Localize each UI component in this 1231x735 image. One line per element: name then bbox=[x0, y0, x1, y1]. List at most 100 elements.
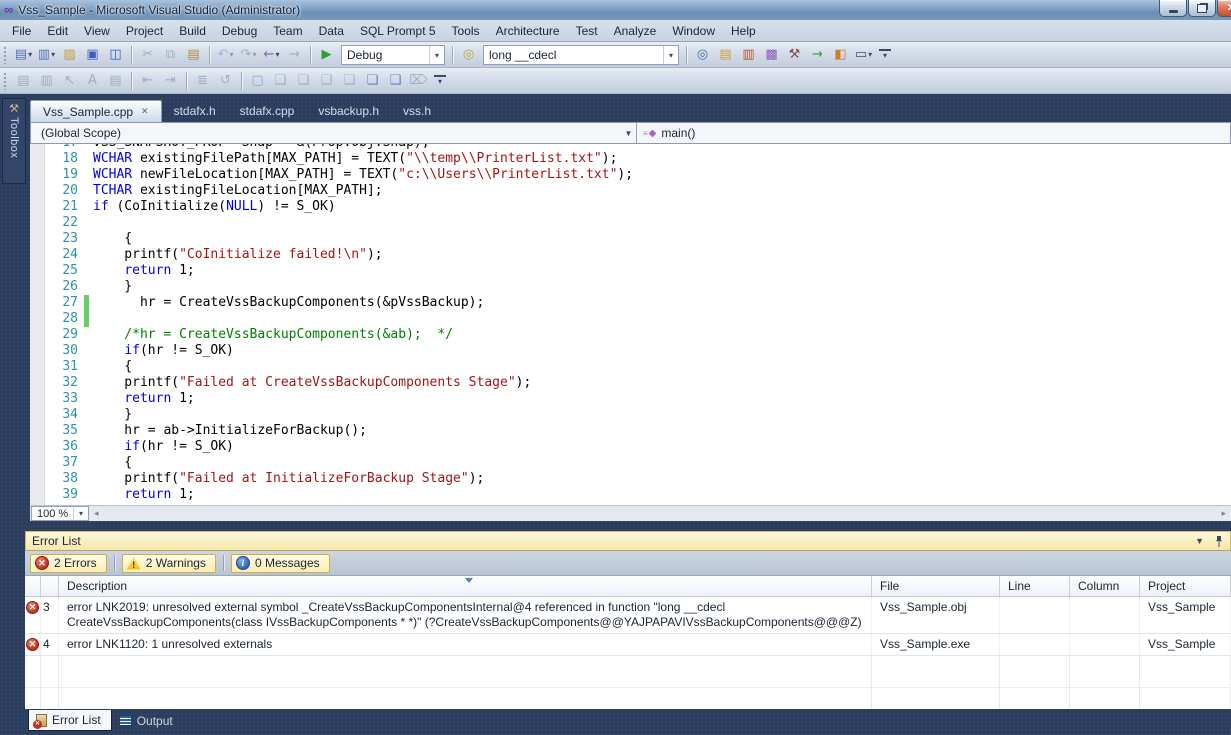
find-symbol-icon[interactable]: ◎ bbox=[457, 44, 480, 65]
error-list-title-bar[interactable]: Error List ▼ bbox=[25, 531, 1231, 551]
toolbox-icon[interactable]: ⚒ bbox=[783, 44, 806, 65]
zoom-dropdown[interactable]: 100 % ▾ bbox=[31, 506, 89, 521]
menu-debug[interactable]: Debug bbox=[214, 21, 265, 41]
code-line[interactable]: 37 { bbox=[30, 455, 1231, 471]
filter-0-messages-button[interactable]: i 0 Messages bbox=[230, 553, 330, 573]
code-line[interactable]: 32 printf("Failed at CreateVssBackupComp… bbox=[30, 375, 1231, 391]
menu-file[interactable]: File bbox=[4, 21, 39, 41]
code-line[interactable]: 18 WCHAR existingFilePath[MAX_PATH] = TEX… bbox=[30, 151, 1231, 167]
menu-sql-prompt-5[interactable]: SQL Prompt 5 bbox=[352, 21, 444, 41]
code-line[interactable]: 39 return 1; bbox=[30, 487, 1231, 503]
chevron-down-icon[interactable]: ▾ bbox=[275, 50, 279, 59]
horizontal-scrollbar[interactable] bbox=[104, 506, 1217, 521]
filter-2-warnings-button[interactable]: ! 2 Warnings bbox=[121, 553, 216, 573]
find-in-files-icon[interactable]: ◎ bbox=[691, 44, 714, 65]
menu-view[interactable]: View bbox=[76, 21, 118, 41]
scroll-right-arrow[interactable]: ▸ bbox=[1216, 508, 1231, 519]
toolbar-options-chevron[interactable]: ▾ bbox=[434, 74, 447, 87]
code-line[interactable]: 21 if (CoInitialize(NULL) != S_OK) bbox=[30, 199, 1231, 215]
menu-architecture[interactable]: Architecture bbox=[488, 21, 568, 41]
code-line[interactable]: 22 bbox=[30, 215, 1231, 231]
properties-window-icon[interactable]: ▤ bbox=[714, 44, 737, 65]
toggle-bookmark-icon[interactable]: ▢ bbox=[246, 70, 269, 91]
restore-button[interactable] bbox=[1188, 0, 1216, 17]
code-line[interactable]: 27 hr = CreateVssBackupComponents(&pVssB… bbox=[30, 295, 1231, 311]
code-line[interactable]: 35 hr = ab->InitializeForBackup(); bbox=[30, 423, 1231, 439]
column-header-file[interactable]: File bbox=[872, 576, 1000, 596]
error-row[interactable]: ✕ 3 error LNK2019: unresolved external sym… bbox=[25, 597, 1231, 634]
code-line[interactable]: 24 printf("CoInitialize failed!\n"); bbox=[30, 247, 1231, 263]
paste-icon[interactable]: ▤ bbox=[182, 44, 205, 65]
member-dropdown[interactable]: ≡ ◆ main() bbox=[637, 123, 1230, 143]
navigate-backward-icon[interactable]: ← ▾ bbox=[260, 44, 283, 65]
chevron-down-icon[interactable]: ▾ bbox=[73, 507, 88, 520]
chevron-down-icon[interactable]: ▾ bbox=[663, 45, 678, 64]
menu-tools[interactable]: Tools bbox=[444, 21, 488, 41]
team-explorer-icon[interactable]: ▩ bbox=[760, 44, 783, 65]
menu-team[interactable]: Team bbox=[265, 21, 310, 41]
previous-bookmark-in-document-icon[interactable]: ❏ bbox=[361, 70, 384, 91]
start-page-icon[interactable]: → bbox=[806, 44, 829, 65]
tab-vss-h[interactable]: vss.h bbox=[391, 100, 443, 122]
menu-build[interactable]: Build bbox=[171, 21, 214, 41]
code-line[interactable]: 31 { bbox=[30, 359, 1231, 375]
code-line[interactable]: 23 { bbox=[30, 231, 1231, 247]
solution-explorer-icon[interactable]: ▥ bbox=[737, 44, 760, 65]
menu-help[interactable]: Help bbox=[723, 21, 764, 41]
filter-2-errors-button[interactable]: ✕ 2 Errors bbox=[30, 553, 107, 573]
add-new-item-icon[interactable]: ▥ ▾ bbox=[35, 44, 58, 65]
chevron-down-icon[interactable]: ▾ bbox=[868, 50, 872, 59]
toolbox-tab[interactable]: ⚒ Toolbox bbox=[2, 98, 26, 184]
toolbar-grip[interactable] bbox=[3, 45, 8, 64]
scroll-left-arrow[interactable]: ◂ bbox=[89, 508, 104, 519]
code-editor[interactable]: 17 VSS_SNAPSHOT_PROP* Snap = &(Prop.Obj.S… bbox=[30, 144, 1231, 505]
close-button[interactable]: ✕ bbox=[1217, 0, 1231, 17]
code-line[interactable]: 25 return 1; bbox=[30, 263, 1231, 279]
toolbar-options-chevron[interactable]: ▾ bbox=[879, 48, 892, 61]
code-line[interactable]: 19 WCHAR newFileLocation[MAX_PATH] = TEXT… bbox=[30, 167, 1231, 183]
tool-tab-error-list[interactable]: Error List bbox=[28, 710, 112, 731]
chevron-down-icon[interactable]: ▾ bbox=[28, 50, 32, 59]
close-tab-icon[interactable]: ✕ bbox=[141, 106, 149, 117]
tab-stdafx-cpp[interactable]: stdafx.cpp bbox=[228, 100, 307, 122]
menu-edit[interactable]: Edit bbox=[39, 21, 76, 41]
window-menu-chevron-icon[interactable]: ▼ bbox=[1195, 536, 1204, 546]
minimize-button[interactable] bbox=[1159, 0, 1187, 17]
open-file-icon[interactable]: ▨ bbox=[58, 44, 81, 65]
column-header-line[interactable]: Line bbox=[1000, 576, 1070, 596]
chevron-down-icon[interactable]: ▾ bbox=[429, 45, 444, 64]
code-line[interactable]: 33 return 1; bbox=[30, 391, 1231, 407]
column-header-project[interactable]: Project bbox=[1140, 576, 1231, 596]
pin-icon[interactable] bbox=[1214, 535, 1224, 548]
solution-configurations-combo[interactable]: Debug ▾ bbox=[341, 44, 445, 65]
next-bookmark-in-document-icon[interactable]: ❏ bbox=[384, 70, 407, 91]
code-line[interactable]: 17 VSS_SNAPSHOT_PROP* Snap = &(Prop.Obj.S… bbox=[30, 144, 1231, 151]
menu-window[interactable]: Window bbox=[664, 21, 723, 41]
code-line[interactable]: 29 /*hr = CreateVssBackupComponents(&ab)… bbox=[30, 327, 1231, 343]
save-icon[interactable]: ▣ bbox=[81, 44, 104, 65]
tool-tab-output[interactable]: Output bbox=[112, 710, 183, 731]
column-header-column[interactable]: Column bbox=[1070, 576, 1140, 596]
save-all-icon[interactable]: ◫ bbox=[104, 44, 127, 65]
code-line[interactable]: 26 } bbox=[30, 279, 1231, 295]
find-combo[interactable]: long __cdecl ▾ bbox=[483, 44, 679, 65]
code-line[interactable]: 38 printf("Failed at InitializeForBackup… bbox=[30, 471, 1231, 487]
code-line[interactable]: 20 TCHAR existingFileLocation[MAX_PATH]; bbox=[30, 183, 1231, 199]
menu-project[interactable]: Project bbox=[118, 21, 171, 41]
code-line[interactable]: 30 if(hr != S_OK) bbox=[30, 343, 1231, 359]
chevron-down-icon[interactable]: ▾ bbox=[51, 50, 55, 59]
chevron-down-icon[interactable]: ▼ bbox=[621, 129, 636, 138]
code-line[interactable]: 36 if(hr != S_OK) bbox=[30, 439, 1231, 455]
toolbar-grip[interactable] bbox=[3, 71, 8, 90]
tab-vsbackup-h[interactable]: vsbackup.h bbox=[306, 100, 391, 122]
tab-vss-sample-cpp[interactable]: Vss_Sample.cpp ✕ bbox=[30, 100, 162, 122]
column-header-description[interactable]: Description bbox=[59, 576, 872, 596]
menu-data[interactable]: Data bbox=[311, 21, 352, 41]
new-project-icon[interactable]: ▤ ▾ bbox=[12, 44, 35, 65]
menu-test[interactable]: Test bbox=[568, 21, 606, 41]
scope-dropdown[interactable]: (Global Scope) ▼ bbox=[31, 123, 637, 143]
command-window-icon[interactable]: ▭ ▾ bbox=[852, 44, 875, 65]
tab-stdafx-h[interactable]: stdafx.h bbox=[162, 100, 228, 122]
code-line[interactable]: 34 } bbox=[30, 407, 1231, 423]
error-row[interactable]: ✕ 4 error LNK1120: 1 unresolved externals V… bbox=[25, 634, 1231, 656]
